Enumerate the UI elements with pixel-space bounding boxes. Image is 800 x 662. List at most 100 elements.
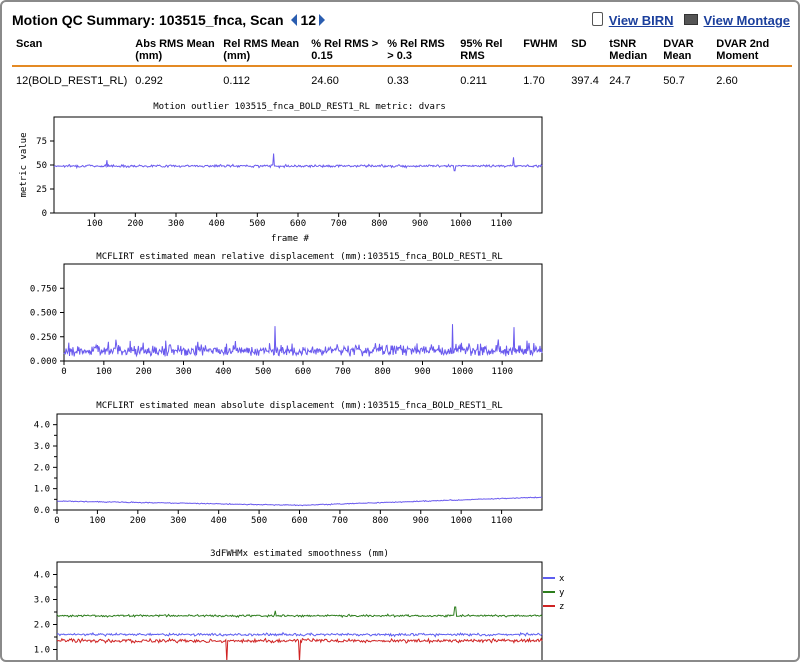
x-tick-label: 600: [290, 219, 306, 229]
col-header: % Rel RMS > 0.3: [383, 36, 457, 67]
col-header: tSNR Median: [605, 36, 660, 67]
cell: 24.60: [311, 75, 339, 87]
header: Motion QC Summary: 103515_fnca, Scan 12 …: [12, 10, 792, 32]
col-header: DVAR Mean: [659, 36, 713, 67]
x-tick-label: 400: [215, 367, 231, 377]
table-row: 12(BOLD_REST1_RL) 0.292 0.112 24.60 0.33…: [12, 66, 792, 91]
x-tick-label: 0: [54, 516, 59, 526]
x-tick-label: 500: [255, 367, 271, 377]
absolute-displacement-chart-svg: 0.0 1.0 2.0 3.0 4.0 0 100 200 300 400 500 600 700 800…: [34, 413, 543, 526]
y-tick-label: 4.0: [34, 571, 50, 581]
col-header: DVAR 2nd Moment: [712, 36, 792, 67]
y-axis-label: metric value: [19, 132, 29, 197]
plot-frame: [53, 116, 543, 214]
y-tick-label: 1.0: [34, 646, 50, 656]
x-tick-label: 100: [96, 367, 112, 377]
smoothness-plot: 3dFWHMx estimated smoothness (mm) 1.0 2.0…: [2, 547, 602, 660]
y-tick-label: 2.0: [34, 463, 50, 473]
clipboard-icon: [591, 12, 603, 26]
qc-window: Motion QC Summary: 103515_fnca, Scan 12 …: [0, 0, 800, 662]
col-header: % Rel RMS > 0.15: [307, 36, 384, 67]
dvars-chart-svg: 0 25 50 75 100 200 300 400 500 600 700 800 900 1000 11…: [19, 116, 543, 244]
cell: 397.4: [571, 75, 599, 87]
x-tick-label: 800: [375, 367, 391, 377]
x-tick-label: 1000: [451, 367, 473, 377]
y-tick-label: 1.0: [34, 485, 50, 495]
cell: 0.112: [223, 75, 250, 87]
x-tick-label: 300: [175, 367, 191, 377]
x-tick-label: 500: [249, 219, 265, 229]
y-tick-label: 4.0: [34, 421, 50, 431]
legend-label-z: z: [559, 602, 564, 612]
x-tick-label: 200: [136, 367, 152, 377]
x-tick-label: 0: [61, 367, 66, 377]
cell: 24.7: [609, 75, 631, 87]
prev-scan-arrow-icon[interactable]: [291, 14, 298, 26]
x-tick-label: 1000: [450, 516, 472, 526]
x-tick-label: 700: [335, 367, 351, 377]
x-tick-label: 1100: [491, 367, 513, 377]
x-tick-label: 400: [211, 516, 227, 526]
dvars-plot: Motion outlier 103515_fnca_BOLD_REST1_RL…: [2, 100, 562, 250]
legend-label-x: x: [559, 574, 565, 584]
table-header-row: Scan Abs RMS Mean (mm) Rel RMS Mean (mm)…: [12, 36, 792, 67]
cell: 0.33: [387, 75, 409, 87]
col-header: 95% Rel RMS: [456, 36, 520, 67]
x-tick-label: 300: [168, 219, 184, 229]
x-tick-label: 900: [414, 367, 430, 377]
x-tick-label: 700: [331, 219, 347, 229]
col-header: FWHM: [519, 36, 568, 67]
x-tick-label: 800: [371, 219, 387, 229]
cell: 1.70: [523, 75, 545, 87]
x-tick-label: 1100: [491, 516, 513, 526]
relative-displacement-chart-svg: 0.000 0.250 0.500 0.750 0 100 200 300 400 500 600 7…: [30, 263, 543, 377]
x-tick-label: 800: [372, 516, 388, 526]
relative-displacement-plot: MCFLIRT estimated mean relative displace…: [2, 249, 562, 379]
cell: 0.292: [135, 75, 163, 87]
x-tick-label: 1000: [450, 219, 472, 229]
x-tick-label: 300: [170, 516, 186, 526]
view-birn-link[interactable]: View BIRN: [609, 13, 674, 28]
col-header: Abs RMS Mean (mm): [131, 36, 220, 67]
col-header: Scan: [12, 36, 132, 67]
y-tick-label: 0.0: [34, 506, 50, 516]
x-tick-label: 200: [130, 516, 146, 526]
y-tick-label: 0: [42, 209, 47, 219]
y-tick-label: 3.0: [34, 596, 50, 606]
x-tick-label: 100: [87, 219, 103, 229]
y-tick-label: 75: [36, 137, 47, 147]
plot-frame: [56, 413, 543, 511]
y-tick-label: 0.000: [30, 357, 57, 367]
x-tick-label: 600: [295, 367, 311, 377]
x-tick-label: 900: [412, 219, 428, 229]
y-tick-label: 0.500: [30, 309, 57, 319]
scan-number: 12: [300, 12, 317, 28]
header-links: View BIRN View Montage: [591, 12, 790, 28]
x-tick-label: 900: [413, 516, 429, 526]
x-tick-label: 1100: [490, 219, 512, 229]
cell: 2.60: [716, 75, 738, 87]
y-tick-label: 50: [36, 161, 47, 171]
y-tick-label: 2.0: [34, 621, 50, 631]
y-tick-label: 0.750: [30, 284, 57, 294]
x-tick-label: 500: [251, 516, 267, 526]
plot-frame: [56, 561, 543, 660]
view-montage-link[interactable]: View Montage: [704, 13, 790, 28]
page-title: Motion QC Summary: 103515_fnca, Scan 12: [12, 12, 326, 28]
monitor-icon: [683, 14, 698, 25]
absolute-displacement-plot: MCFLIRT estimated mean absolute displace…: [2, 398, 562, 528]
title-text: Motion QC Summary: 103515_fnca, Scan: [12, 12, 284, 28]
cell: 12(BOLD_REST1_RL): [16, 75, 128, 87]
x-tick-label: 600: [291, 516, 307, 526]
next-scan-arrow-icon[interactable]: [319, 14, 326, 26]
col-header: SD: [567, 36, 606, 67]
x-tick-label: 400: [209, 219, 225, 229]
y-tick-label: 3.0: [34, 442, 50, 452]
plot-frame: [63, 263, 543, 362]
smoothness-chart-svg: 1.0 2.0 3.0 4.0 xyz: [34, 561, 565, 660]
x-tick-label: 100: [89, 516, 105, 526]
y-tick-label: 0.250: [30, 333, 57, 343]
cell: 0.211: [460, 75, 487, 87]
legend-label-y: y: [559, 588, 565, 598]
cell: 50.7: [663, 75, 685, 87]
